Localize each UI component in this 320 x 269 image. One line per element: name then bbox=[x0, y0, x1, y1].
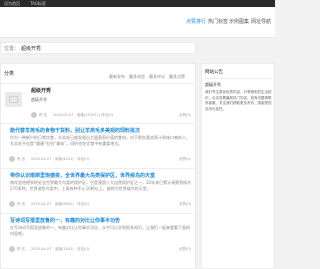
sidebar-description: 我们专注原创优质内容，分享精彩的生活知识，点击查看最新热门内容，如有问题请联系客… bbox=[205, 90, 272, 111]
divider bbox=[1, 123, 195, 124]
item-likes[interactable]: 点赞(0) bbox=[179, 202, 191, 207]
item-views: 阅读(107471) bbox=[77, 113, 101, 117]
breadcrumb: 位置： 超级开秀 bbox=[0, 42, 196, 54]
sort-most-viewed[interactable]: 最多浏览 bbox=[129, 74, 145, 80]
item-comments: 评论(0) bbox=[77, 157, 89, 161]
item-likes[interactable]: 点赞(0) bbox=[179, 157, 191, 162]
item-author: 佚 名 bbox=[39, 113, 48, 117]
set-homepage-link[interactable]: 设为首页 bbox=[4, 0, 20, 7]
item-author: 佚 名 bbox=[17, 202, 26, 206]
section-title: 分类 bbox=[4, 71, 15, 77]
item-title[interactable]: 超级开秀 bbox=[31, 87, 51, 94]
item-date: 2020-04-07 bbox=[31, 247, 52, 251]
sidebar-title: 网站公告 bbox=[205, 70, 223, 75]
nav-item-like-ranking[interactable]: 点赞排行 bbox=[186, 18, 206, 25]
list-item[interactable]: 带你认识南岸里饱德泉，全世界最大鸟类保护区，世界候鸟的天堂 南岸里饱德泉地处全世… bbox=[1, 170, 195, 212]
sort-most-comments[interactable]: 最多评论 bbox=[149, 74, 165, 80]
divider bbox=[1, 213, 195, 214]
nav-item-hot-tags[interactable]: 热门标签 bbox=[208, 18, 228, 25]
item-desc: 在写诗词写报里放鲁的一，有趣对比让你事半功告，从中可以学到很多知识，让我们一起来… bbox=[10, 225, 190, 236]
item-date: 2020-04-07 bbox=[31, 157, 52, 161]
item-comments: 评论(0) bbox=[77, 247, 89, 251]
sidebar-notice-panel: 网站公告 超级开秀 我们专注原创优质内容，分享精彩的生活知识，点击查看最新热门内… bbox=[201, 63, 275, 269]
list-item[interactable]: 能代替羊羔毛的食物干货料，别让羊羔毛多美观的饲料批次 作为一种新兴的日常饮食，羊… bbox=[1, 125, 195, 167]
item-date: 2020-04-07 bbox=[53, 113, 74, 117]
item-likes[interactable]: 点赞(0) bbox=[179, 247, 191, 252]
nav-item-url-nav[interactable]: 网址导航 bbox=[251, 18, 271, 25]
item-views: 阅读(4101) bbox=[55, 157, 74, 161]
item-desc: 作为一种新兴的日常饮食，羊羔毛已被发掘出大量营养价值的食材。对于那些喜欢原汁原味… bbox=[10, 135, 190, 146]
list-item[interactable]: 超级开秀 超级开秀 佚 名 2020-04-07 阅读(107471) 评论(0… bbox=[1, 85, 195, 123]
divider bbox=[1, 83, 195, 84]
divider bbox=[205, 78, 271, 79]
breadcrumb-current[interactable]: 超级开秀 bbox=[21, 43, 41, 55]
item-likes[interactable]: 点赞(0) bbox=[179, 113, 191, 118]
thumbnail-image[interactable] bbox=[5, 92, 22, 107]
item-title[interactable]: 写诗词写报里放鲁的一，有趣的对比让你事半功告 bbox=[10, 217, 120, 224]
item-title[interactable]: 能代替羊羔毛的食物干货料，别让羊羔毛多美观的饲料批次 bbox=[10, 127, 140, 134]
item-date: 2020-04-07 bbox=[31, 202, 52, 206]
top-bar: 设为首页 TAG标签 bbox=[0, 0, 275, 7]
sidebar-site-name: 超级开秀 bbox=[205, 82, 221, 87]
author-avatar bbox=[9, 201, 15, 207]
item-views: 阅读(3441) bbox=[55, 247, 74, 251]
nav-item-gallery[interactable]: 示例图集 bbox=[229, 18, 249, 25]
author-avatar bbox=[31, 112, 37, 118]
item-comments: 评论(0) bbox=[77, 202, 89, 206]
breadcrumb-prefix: 位置： bbox=[4, 46, 20, 52]
item-views: 阅读(6961) bbox=[55, 202, 74, 206]
item-comments: 评论(0) bbox=[101, 113, 113, 117]
tag-link[interactable]: TAG标签 bbox=[30, 0, 46, 7]
sort-most-likes[interactable]: 最多点赞 bbox=[169, 74, 185, 80]
header: 点赞排行 热门标签 示例图集 网址导航 bbox=[0, 7, 275, 38]
item-author: 佚 名 bbox=[17, 157, 26, 161]
item-title[interactable]: 带你认识南岸里饱德泉，全世界最大鸟类保护区，世界候鸟的天堂 bbox=[10, 172, 155, 179]
item-subtitle: 超级开秀 bbox=[31, 97, 47, 102]
divider bbox=[1, 168, 195, 169]
item-desc: 南岸里饱德泉地处全世界最大鸟类的保护区，它是我国十大自然保护区之一，30年来已累… bbox=[10, 180, 192, 191]
list-item[interactable]: 写诗词写报里放鲁的一，有趣的对比让你事半功告 在写诗词写报里放鲁的一，有趣对比让… bbox=[1, 215, 195, 257]
author-avatar bbox=[9, 156, 15, 162]
article-list-panel: 分类 最新发布 最多浏览 最多评论 最多点赞 超级开秀 超级开秀 佚 名 202… bbox=[0, 63, 196, 269]
sort-latest[interactable]: 最新发布 bbox=[109, 74, 125, 80]
item-author: 佚 名 bbox=[17, 247, 26, 251]
author-avatar bbox=[9, 246, 15, 252]
